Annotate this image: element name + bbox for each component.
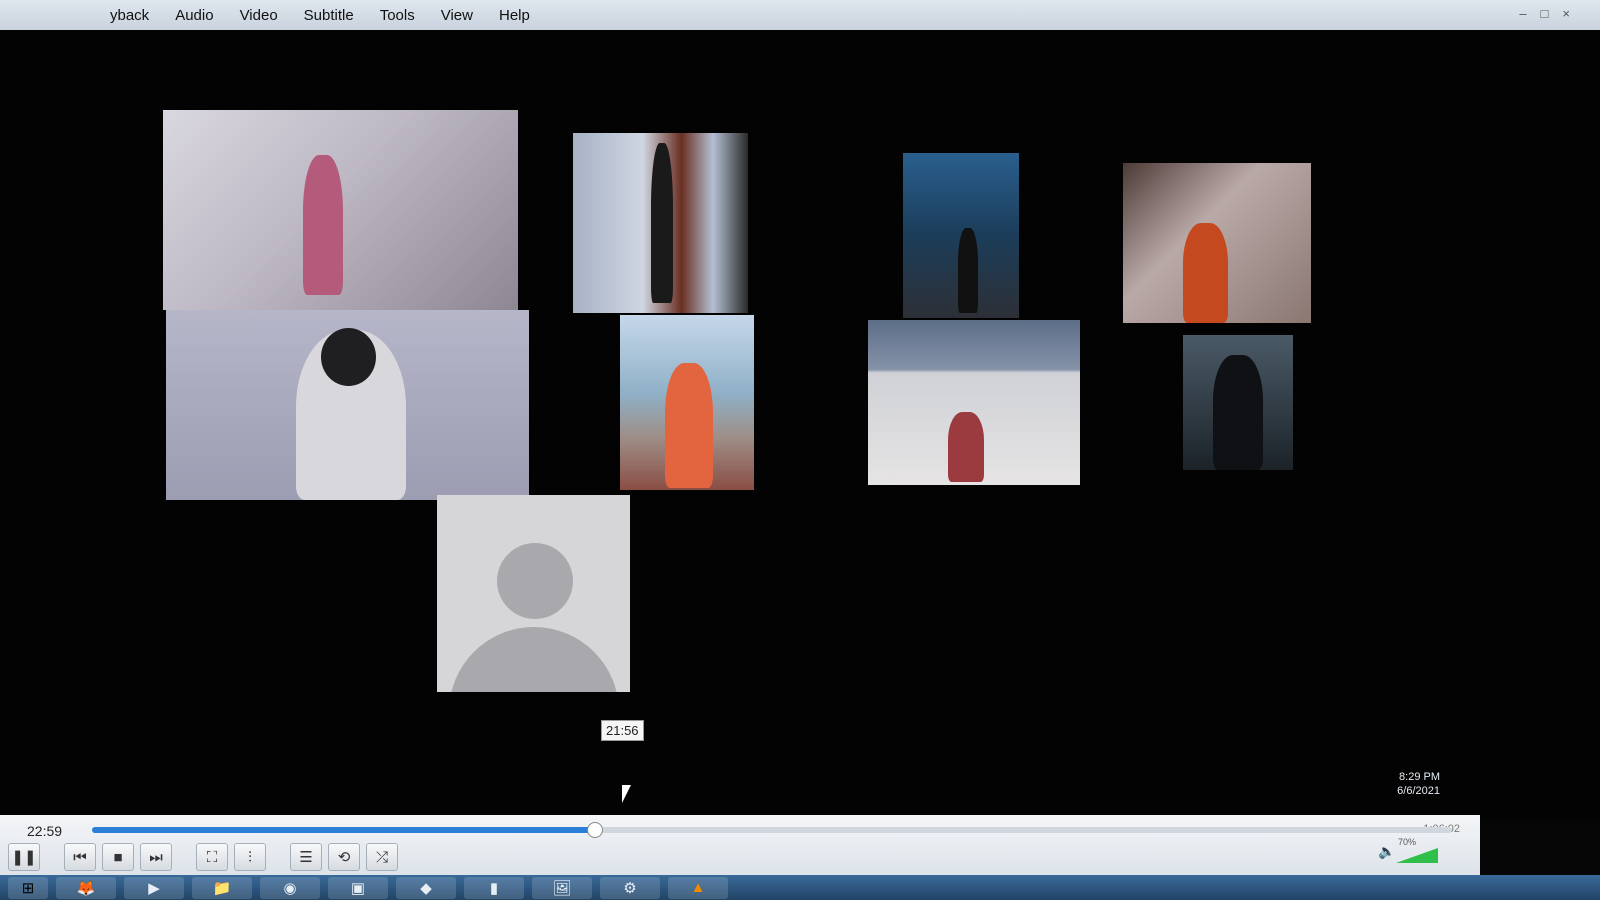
participant-tile xyxy=(1123,163,1311,323)
window-controls: – □ × xyxy=(1519,6,1570,21)
loop-button[interactable]: ⟲ xyxy=(328,843,360,871)
photos-icon[interactable]: 🖼 xyxy=(532,876,592,899)
default-avatar-icon xyxy=(497,543,573,619)
participant-tile xyxy=(868,320,1080,485)
volume-label: 70% xyxy=(1398,837,1417,847)
player-controls: 22:59 1:06:02 ❚❚⏮■⏭⛶⫶☰⟲⤮ 🔈 70% xyxy=(0,815,1480,875)
person-figure xyxy=(958,228,978,313)
playlist-button[interactable]: ☰ xyxy=(290,843,322,871)
app-icon[interactable]: ▮ xyxy=(464,876,524,899)
person-figure xyxy=(665,363,713,488)
stop-button[interactable]: ■ xyxy=(102,843,134,871)
menu-tools[interactable]: Tools xyxy=(380,7,415,24)
extended-settings-button[interactable]: ⫶ xyxy=(234,843,266,871)
taskbar: ⊞ 🦊 ▶ 📁 ◉ ▣ ◆ ▮ 🖼 ⚙ ▲ xyxy=(0,875,1600,900)
settings-icon[interactable]: ⚙ xyxy=(600,876,660,899)
participant-tile xyxy=(1183,335,1293,470)
person-head xyxy=(321,328,376,386)
participant-tile xyxy=(573,133,748,313)
firefox-icon[interactable]: 🦊 xyxy=(56,876,116,899)
volume-level xyxy=(1396,848,1438,863)
clock-date: 6/6/2021 xyxy=(1397,785,1440,797)
windows-media-center-icon[interactable]: ◆ xyxy=(396,876,456,899)
seek-bar-fill xyxy=(92,827,596,833)
person-figure xyxy=(948,412,984,482)
menu-playback[interactable]: yback xyxy=(110,7,149,24)
menu-audio[interactable]: Audio xyxy=(175,7,213,24)
seek-bar-handle[interactable] xyxy=(587,822,604,838)
default-avatar-body xyxy=(449,627,619,692)
start-button[interactable]: ⊞ xyxy=(8,876,48,899)
chrome-icon[interactable]: ◉ xyxy=(260,876,320,899)
participant-tile xyxy=(163,110,518,310)
volume-slider[interactable]: 🔈 70% xyxy=(1378,837,1456,863)
maximize-button[interactable]: □ xyxy=(1541,6,1549,21)
menu-video[interactable]: Video xyxy=(240,7,278,24)
close-button[interactable]: × xyxy=(1562,6,1570,21)
participant-avatar-tile xyxy=(437,495,630,692)
participant-tile xyxy=(166,310,529,500)
seek-time-tooltip: 21:56 xyxy=(601,720,644,741)
vlc-icon[interactable]: ▲ xyxy=(668,876,728,899)
minimize-button[interactable]: – xyxy=(1519,6,1526,21)
clock-time: 8:29 PM xyxy=(1399,771,1440,783)
person-figure xyxy=(1183,223,1228,323)
button-spacer xyxy=(46,843,58,871)
shuffle-button[interactable]: ⤮ xyxy=(366,843,398,871)
menu-help[interactable]: Help xyxy=(499,7,530,24)
menu-subtitle[interactable]: Subtitle xyxy=(304,7,354,24)
person-figure xyxy=(303,155,343,295)
pause-button[interactable]: ❚❚ xyxy=(8,843,40,871)
person-figure xyxy=(1213,355,1263,470)
menu-bar: yback Audio Video Subtitle Tools View He… xyxy=(0,0,1600,30)
mouse-cursor-icon xyxy=(622,785,631,803)
participant-tile xyxy=(620,315,754,490)
fullscreen-button[interactable]: ⛶ xyxy=(196,843,228,871)
seek-bar[interactable] xyxy=(92,822,1452,838)
menu-view[interactable]: View xyxy=(441,7,473,24)
control-buttons: ❚❚ ⏮ ■ ⏭ ⛶ ⫶ ☰ ⟲ ⤮ xyxy=(8,843,398,871)
button-spacer xyxy=(178,843,190,871)
media-player-icon[interactable]: ▶ xyxy=(124,876,184,899)
person-figure xyxy=(651,143,673,303)
window-icon[interactable]: ▣ xyxy=(328,876,388,899)
participant-tile xyxy=(903,153,1019,318)
next-button[interactable]: ⏭ xyxy=(140,843,172,871)
elapsed-time: 22:59 xyxy=(27,823,63,839)
system-clock[interactable]: 8:29 PM 6/6/2021 xyxy=(1397,770,1440,798)
button-spacer xyxy=(272,843,284,871)
file-explorer-icon[interactable]: 📁 xyxy=(192,876,252,899)
speaker-icon[interactable]: 🔈 xyxy=(1378,843,1395,860)
previous-button[interactable]: ⏮ xyxy=(64,843,96,871)
